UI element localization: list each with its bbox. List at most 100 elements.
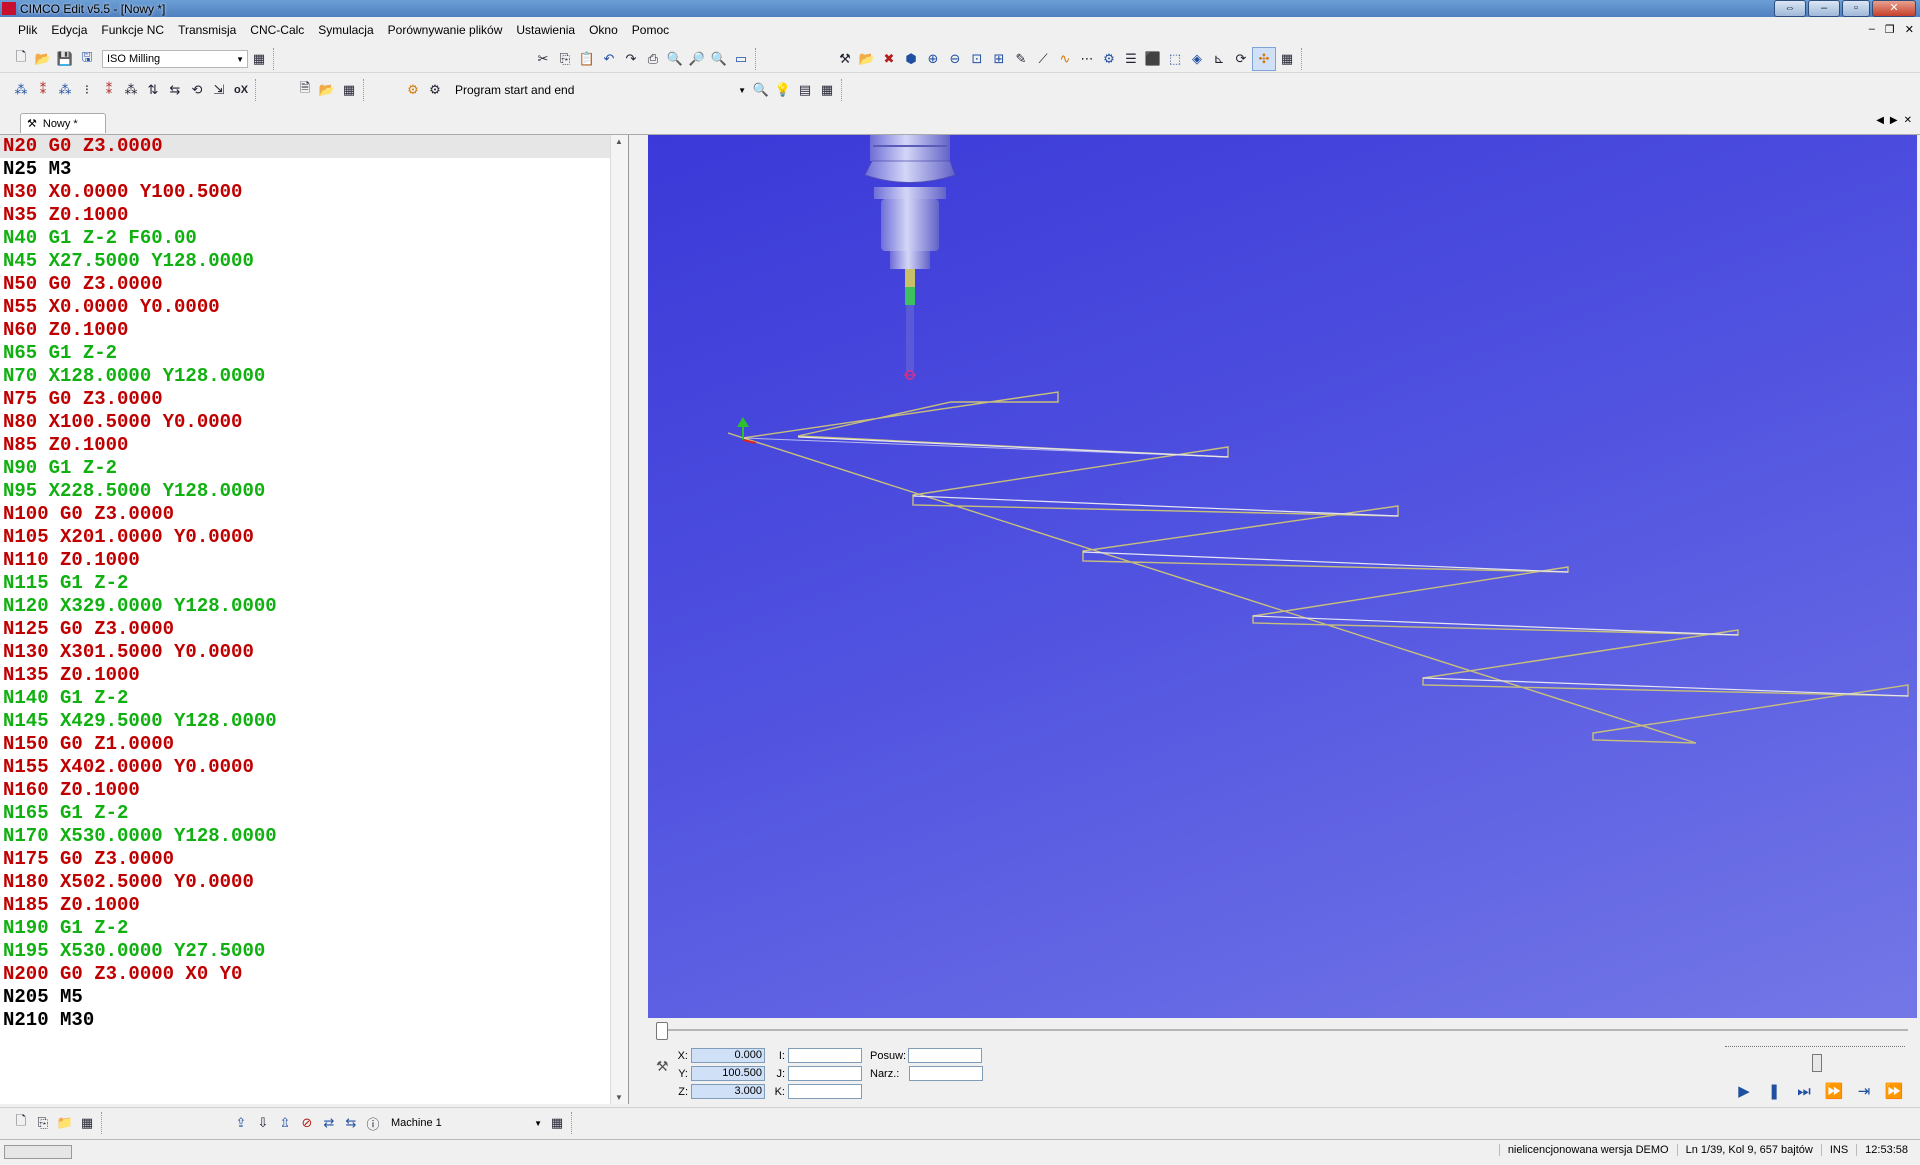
zoom-window-icon[interactable]: ⊞ xyxy=(988,48,1010,70)
template-config-icon[interactable]: ▦ xyxy=(338,79,360,101)
scroll-down-icon[interactable]: ▼ xyxy=(615,1093,623,1102)
transfer2-icon[interactable]: ⇆ xyxy=(340,1112,362,1134)
view-top-icon[interactable]: ⬚ xyxy=(1164,48,1186,70)
toolbar-grip[interactable] xyxy=(1301,48,1307,70)
code-line[interactable]: N45 X27.5000 Y128.0000 xyxy=(0,250,628,273)
file-new-icon[interactable]: 🗋 xyxy=(10,1112,32,1134)
hint-icon[interactable]: 💡 xyxy=(772,79,794,101)
ox-icon[interactable]: oX xyxy=(230,79,252,101)
code-line[interactable]: N180 X502.5000 Y0.0000 xyxy=(0,871,628,894)
measure-icon[interactable]: ⟋ xyxy=(1032,48,1054,70)
menu-plik[interactable]: Plik xyxy=(11,23,44,37)
send-icon[interactable]: ⇪ xyxy=(230,1112,252,1134)
code-line[interactable]: N65 G1 Z-2 xyxy=(0,342,628,365)
code-line[interactable]: N85 Z0.1000 xyxy=(0,434,628,457)
pause-icon[interactable]: ❚ xyxy=(1763,1080,1785,1102)
code-line[interactable]: N95 X228.5000 Y128.0000 xyxy=(0,480,628,503)
toolbar-grip[interactable] xyxy=(255,79,261,101)
maximize-button[interactable]: ▫ xyxy=(1842,0,1870,17)
code-line[interactable]: N200 G0 Z3.0000 X0 Y0 xyxy=(0,963,628,986)
code-line[interactable]: N105 X201.0000 Y0.0000 xyxy=(0,526,628,549)
tab-nowy[interactable]: ⚒ Nowy * xyxy=(20,113,106,133)
code-line[interactable]: N110 Z0.1000 xyxy=(0,549,628,572)
code-line[interactable]: N55 X0.0000 Y0.0000 xyxy=(0,296,628,319)
solid-icon[interactable]: ⬢ xyxy=(900,48,922,70)
toolbar-grip[interactable] xyxy=(273,48,279,70)
file-copy-icon[interactable]: ⎘ xyxy=(32,1112,54,1134)
menu-edycja[interactable]: Edycja xyxy=(44,23,94,37)
menu-transmisja[interactable]: Transmisja xyxy=(171,23,243,37)
translate-icon[interactable]: ⇆ xyxy=(164,79,186,101)
mdi-minimize-icon[interactable]: – xyxy=(1869,23,1875,36)
step-tool-icon[interactable]: ⏩ xyxy=(1823,1080,1845,1102)
table-icon[interactable]: ▤ xyxy=(794,79,816,101)
remove-numbers-icon[interactable]: ⁑ xyxy=(32,79,54,101)
macro-settings-icon[interactable]: ⚙ xyxy=(424,79,446,101)
step-z-icon[interactable]: ⇥ xyxy=(1853,1080,1875,1102)
step-forward-icon[interactable]: ⏭ xyxy=(1793,1080,1815,1102)
toolbar-grip[interactable] xyxy=(755,48,761,70)
code-line[interactable]: N70 X128.0000 Y128.0000 xyxy=(0,365,628,388)
tool-path-icon[interactable]: ⚙ xyxy=(1098,48,1120,70)
code-line[interactable]: N140 G1 Z-2 xyxy=(0,687,628,710)
code-line[interactable]: N175 G0 Z3.0000 xyxy=(0,848,628,871)
print-icon[interactable]: ⎙ xyxy=(642,48,664,70)
spaces-icon[interactable]: ⁝ xyxy=(76,79,98,101)
axis-icon[interactable]: ⊾ xyxy=(1208,48,1230,70)
save-all-icon[interactable]: 🖫 xyxy=(76,48,98,70)
folder-icon[interactable]: 📁 xyxy=(54,1112,76,1134)
to-end-icon[interactable]: ⏩ xyxy=(1883,1080,1905,1102)
timeline-thumb[interactable] xyxy=(656,1022,668,1040)
find-icon[interactable]: 🔍 xyxy=(664,48,686,70)
mdi-restore-icon[interactable]: ❐ xyxy=(1885,23,1895,36)
code-line[interactable]: N155 X402.0000 Y0.0000 xyxy=(0,756,628,779)
machine-type-select[interactable]: ISO Milling ▼ xyxy=(102,50,248,68)
code-line[interactable]: N75 G0 Z3.0000 xyxy=(0,388,628,411)
menu-funkcje-nc[interactable]: Funkcje NC xyxy=(94,23,171,37)
code-line[interactable]: N165 G1 Z-2 xyxy=(0,802,628,825)
code-line[interactable]: N120 X329.0000 Y128.0000 xyxy=(0,595,628,618)
menu-symulacja[interactable]: Symulacja xyxy=(311,23,380,37)
code-line[interactable]: N40 G1 Z-2 F60.00 xyxy=(0,227,628,250)
simulation-timeline[interactable] xyxy=(656,1022,1908,1040)
macro-icon[interactable]: ⚙ xyxy=(402,79,424,101)
code-line[interactable]: N60 Z0.1000 xyxy=(0,319,628,342)
path-icon[interactable]: ∿ xyxy=(1054,48,1076,70)
search-template-icon[interactable]: 🔍 xyxy=(750,79,772,101)
speed-slider[interactable] xyxy=(1725,1046,1905,1048)
code-line[interactable]: N35 Z0.1000 xyxy=(0,204,628,227)
code-line[interactable]: N170 X530.0000 Y128.0000 xyxy=(0,825,628,848)
code-line[interactable]: N80 X100.5000 Y0.0000 xyxy=(0,411,628,434)
code-line[interactable]: N115 G1 Z-2 xyxy=(0,572,628,595)
doc-icon[interactable]: 🗎 xyxy=(294,79,316,101)
view-iso-icon[interactable]: ◈ xyxy=(1186,48,1208,70)
sim-tool-icon[interactable]: ⚒ xyxy=(834,48,856,70)
close-button[interactable]: ✕ xyxy=(1872,0,1916,17)
toolbar-grip[interactable] xyxy=(363,79,369,101)
rapid-icon[interactable]: ⋯ xyxy=(1076,48,1098,70)
renumber-icon[interactable]: ⁂ xyxy=(10,79,32,101)
config-icon[interactable]: ▦ xyxy=(248,48,270,70)
save-icon[interactable]: 💾 xyxy=(54,48,76,70)
info-icon[interactable]: ⓘ xyxy=(362,1112,384,1134)
code-line[interactable]: N100 G0 Z3.0000 xyxy=(0,503,628,526)
code-line[interactable]: N185 Z0.1000 xyxy=(0,894,628,917)
selected-tool-icon[interactable]: ✣ xyxy=(1252,47,1276,71)
open-template-icon[interactable]: 📂 xyxy=(316,79,338,101)
machine-select[interactable]: Machine 1 ▼ xyxy=(386,1114,546,1132)
undo-icon[interactable]: ↶ xyxy=(598,48,620,70)
redo-icon[interactable]: ↷ xyxy=(620,48,642,70)
code-line[interactable]: N20 G0 Z3.0000 xyxy=(0,135,628,158)
code-line[interactable]: N50 G0 Z3.0000 xyxy=(0,273,628,296)
editor-scrollbar[interactable]: ▲ ▼ xyxy=(610,135,628,1104)
toolbar-grip[interactable] xyxy=(571,1112,577,1134)
cut-icon[interactable]: ✂ xyxy=(532,48,554,70)
code-line[interactable]: N25 M3 xyxy=(0,158,628,181)
scale-icon[interactable]: ⇲ xyxy=(208,79,230,101)
code-editor[interactable]: N20 G0 Z3.0000 N25 M3 N30 X0.0000 Y100.500… xyxy=(0,135,629,1104)
tab-close-icon[interactable]: ✕ xyxy=(1904,115,1912,126)
view-front-icon[interactable]: ⬛ xyxy=(1142,48,1164,70)
code-line[interactable]: N160 Z0.1000 xyxy=(0,779,628,802)
pen-icon[interactable]: ✎ xyxy=(1010,48,1032,70)
code-line[interactable]: N130 X301.5000 Y0.0000 xyxy=(0,641,628,664)
